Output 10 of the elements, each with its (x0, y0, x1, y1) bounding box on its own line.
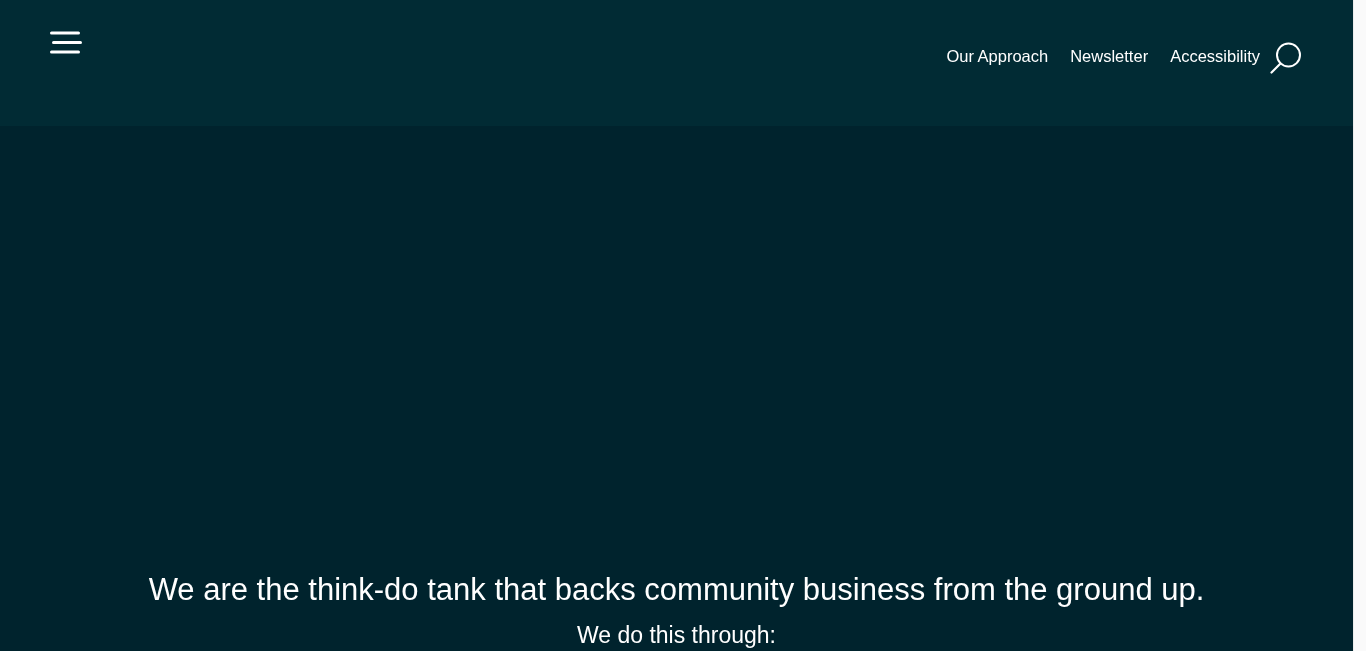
nav-link[interactable]: Newsletter (1070, 46, 1149, 66)
search-button[interactable] (1270, 41, 1302, 74)
hero-subheading: We do this through: (577, 622, 776, 648)
hero-headline: We are the think-do tank that backs community business from the ground up. (148, 572, 1205, 608)
nav-link[interactable]: Accessibility (1170, 46, 1260, 66)
scrollbar-track[interactable] (1353, 0, 1366, 651)
nav-link[interactable]: Our Approach (946, 46, 1049, 66)
menu-button[interactable] (50, 31, 82, 54)
search-icon (1270, 41, 1302, 74)
menu-icon (50, 31, 82, 54)
